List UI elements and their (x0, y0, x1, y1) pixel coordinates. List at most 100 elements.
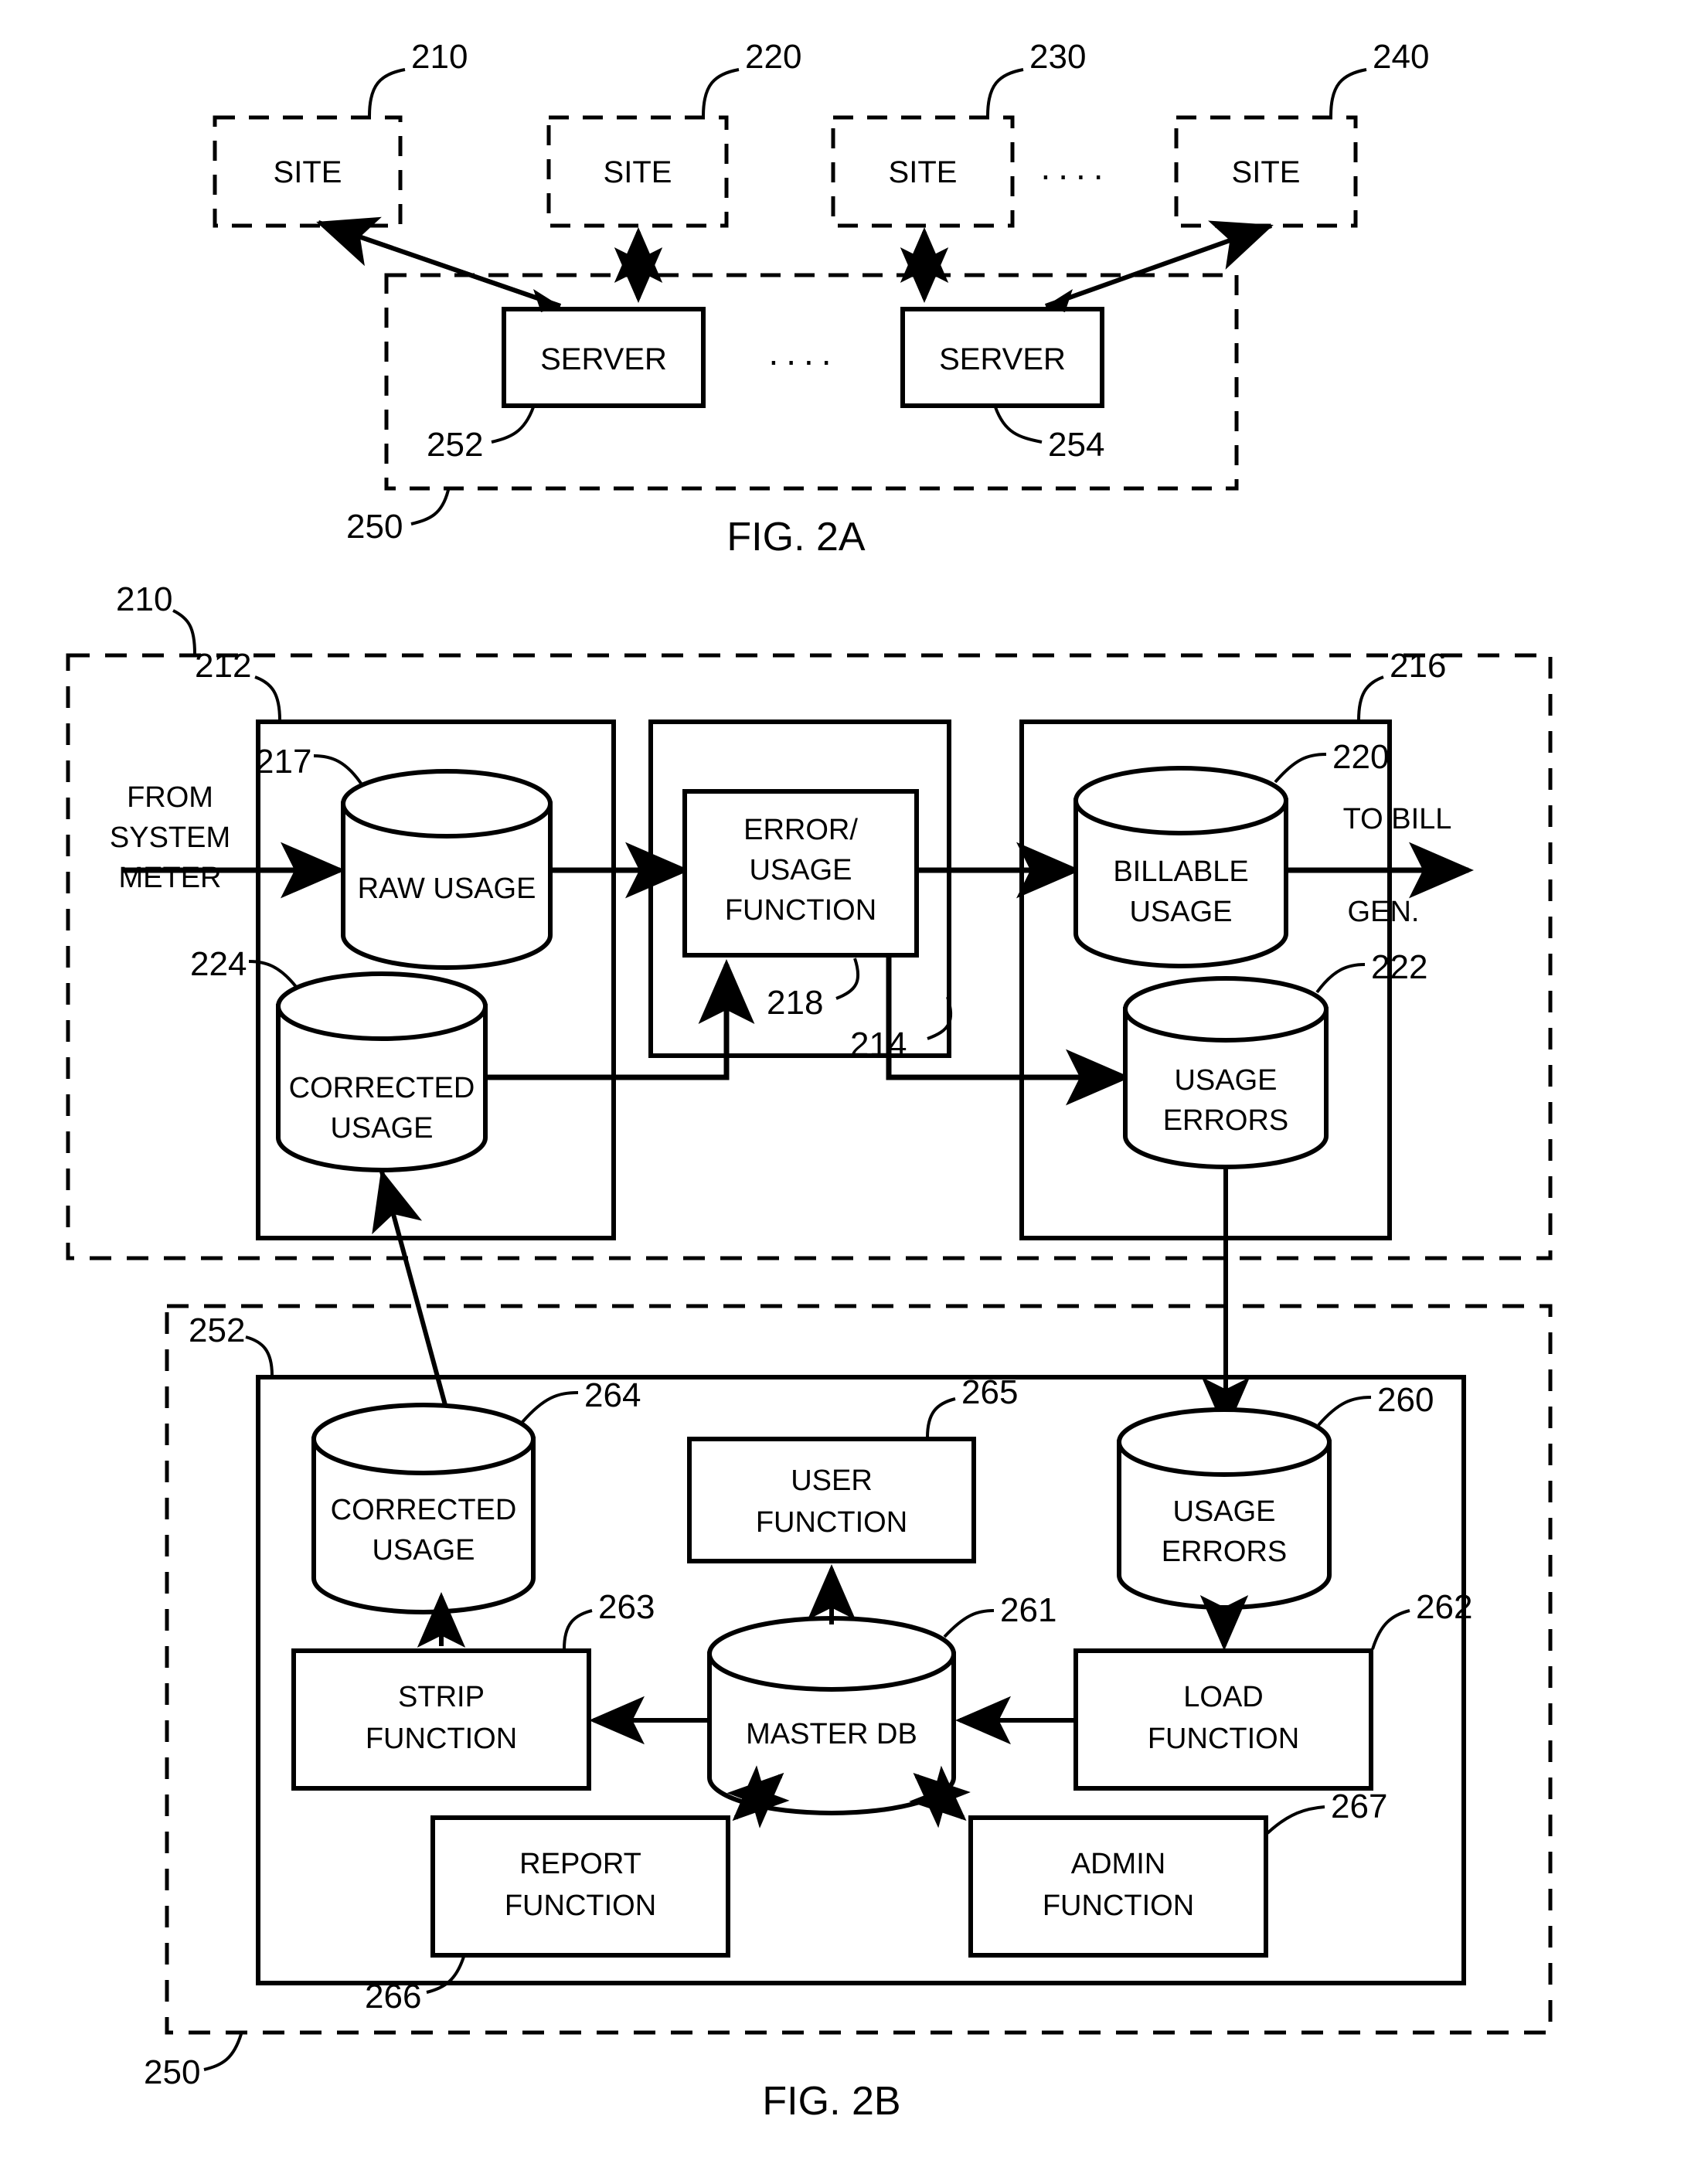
leader-254 (994, 407, 1043, 444)
ref-250b: 250 (144, 2053, 200, 2091)
site-label-240: SITE (1232, 155, 1301, 189)
leader-252a (491, 407, 535, 444)
server-ellipsis: .... (768, 332, 839, 373)
leader-265 (926, 1397, 956, 1438)
cylinder-raw-usage-217 (341, 769, 553, 970)
leader-220b (1274, 753, 1327, 784)
leader-250a (410, 489, 450, 526)
ref-262: 262 (1416, 1588, 1472, 1626)
error-fn-label-line3: FUNCTION (725, 894, 876, 927)
admin-fn-label-line1: ADMIN (1071, 1848, 1165, 1880)
ref-214: 214 (850, 1026, 907, 1063)
ref-265: 265 (961, 1373, 1018, 1411)
ref-252a: 252 (427, 426, 483, 464)
strip-fn-label-line2: FUNCTION (366, 1723, 517, 1755)
box-admin-function-267 (968, 1815, 1268, 1958)
leader-252b (245, 1335, 274, 1376)
corrected-usage-264-label-line2: USAGE (372, 1534, 475, 1567)
site-ellipsis: .... (1040, 147, 1111, 187)
input-label-line2: SYSTEM (110, 822, 230, 854)
ref-263: 263 (598, 1588, 655, 1626)
leader-220 (702, 68, 740, 117)
leader-260 (1317, 1396, 1372, 1427)
strip-fn-label-line1: STRIP (398, 1681, 485, 1713)
ref-261: 261 (1000, 1591, 1056, 1629)
leader-230 (986, 68, 1024, 117)
output-label-line2: GEN. (1348, 896, 1420, 928)
load-fn-label-line2: FUNCTION (1148, 1723, 1299, 1755)
figure-2b-site-block: 210 212 216 FROM SYSTEM METER RAW USAGE … (66, 580, 1553, 1260)
ref-224: 224 (190, 945, 247, 983)
cylinder-master-db-261 (707, 1616, 956, 1815)
error-fn-label-line2: USAGE (749, 854, 852, 886)
usage-errors-label-line1: USAGE (1174, 1064, 1277, 1097)
input-label-line3: METER (119, 862, 222, 894)
ref-230: 230 (1029, 38, 1086, 76)
raw-usage-label: RAW USAGE (358, 873, 536, 905)
ref-240: 240 (1373, 38, 1429, 76)
leader-267 (1266, 1805, 1325, 1835)
arrow-site210-to-server252 (318, 220, 561, 308)
report-fn-label-line2: FUNCTION (505, 1890, 656, 1922)
leader-212 (254, 675, 281, 721)
box-report-function-266 (430, 1815, 730, 1958)
leader-218 (835, 958, 860, 1000)
patent-drawing-sheet: SITE SITE SITE SITE .... 210 220 230 240… (66, 38, 1553, 2124)
site-label-220: SITE (604, 155, 672, 189)
leader-222 (1315, 963, 1366, 994)
figure-caption-2a: FIG. 2A (726, 515, 865, 560)
ref-267: 267 (1331, 1788, 1387, 1825)
leader-210a (368, 68, 406, 117)
leader-261 (943, 1609, 995, 1638)
usage-errors-label-line2: ERRORS (1163, 1104, 1289, 1137)
corrected-usage-label-line1: CORRECTED (289, 1072, 475, 1104)
leader-210b (172, 609, 196, 655)
figure-caption-2b: FIG. 2B (762, 2079, 900, 2124)
user-fn-label-line2: FUNCTION (756, 1506, 907, 1539)
ref-218: 218 (767, 984, 823, 1022)
ref-252b: 252 (189, 1311, 245, 1349)
user-fn-label-line1: USER (791, 1465, 873, 1497)
leader-250b (203, 2033, 243, 2071)
load-fn-label-line1: LOAD (1183, 1681, 1263, 1713)
ref-254: 254 (1048, 426, 1104, 464)
box-strip-function-263 (291, 1648, 591, 1791)
figure-2b-server-block: 252 250 CORRECTED USAGE 264 USER FUNCTIO… (144, 1167, 1553, 2124)
leader-266 (426, 1956, 465, 1994)
master-db-label: MASTER DB (746, 1718, 917, 1750)
server-label-252: SERVER (540, 342, 667, 376)
path-corrected-to-errorfn (485, 959, 755, 1080)
leader-216 (1357, 675, 1384, 721)
usage-errors-260-label-line2: ERRORS (1162, 1536, 1288, 1568)
site-label-230: SITE (889, 155, 958, 189)
leader-262 (1371, 1609, 1410, 1650)
admin-fn-label-line2: FUNCTION (1043, 1890, 1194, 1922)
input-label-line1: FROM (127, 781, 213, 814)
usage-errors-260-label-line1: USAGE (1172, 1495, 1275, 1528)
billable-usage-label-line1: BILLABLE (1113, 856, 1248, 888)
corrected-usage-label-line2: USAGE (330, 1112, 433, 1145)
output-label-line1: TO BILL (1343, 803, 1452, 835)
ref-210a: 210 (411, 38, 468, 76)
ref-260: 260 (1377, 1381, 1434, 1419)
ref-210b: 210 (116, 580, 172, 618)
ref-250a: 250 (346, 508, 403, 546)
ref-222: 222 (1371, 948, 1427, 986)
ref-212: 212 (195, 647, 251, 685)
ref-217: 217 (255, 743, 311, 781)
site-label-210: SITE (274, 155, 342, 189)
ref-220b: 220 (1332, 738, 1389, 776)
ref-264: 264 (584, 1376, 641, 1414)
leader-263 (563, 1609, 593, 1650)
ref-216: 216 (1390, 647, 1446, 685)
path-errorfn-to-usageerrors (886, 957, 1131, 1106)
path-corrected-server-to-site (372, 1169, 452, 1423)
corrected-usage-264-label-line1: CORRECTED (331, 1494, 517, 1526)
report-fn-label-line1: REPORT (519, 1848, 641, 1880)
leader-240 (1329, 68, 1367, 117)
error-fn-label-line1: ERROR/ (743, 814, 858, 846)
leader-217 (313, 754, 365, 788)
ref-220a: 220 (745, 38, 801, 76)
figure-2a: SITE SITE SITE SITE .... 210 220 230 240… (213, 38, 1429, 560)
box-load-function-262 (1073, 1648, 1373, 1791)
